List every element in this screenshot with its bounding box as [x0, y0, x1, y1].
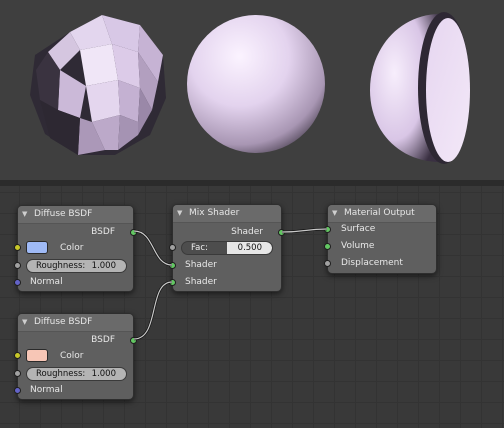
- roughness-label: Roughness:: [36, 261, 86, 271]
- roughness-value: 1.000: [91, 261, 116, 271]
- shader-input-label-2: Shader: [185, 277, 217, 287]
- roughness-field[interactable]: Roughness: 1.000: [26, 259, 127, 273]
- collapse-arrow-icon[interactable]: ▼: [177, 205, 182, 222]
- node-header[interactable]: ▼ Material Output: [328, 205, 436, 223]
- color-swatch[interactable]: [26, 349, 48, 362]
- node-title: Diffuse BSDF: [34, 209, 93, 219]
- normal-input-socket[interactable]: [14, 387, 21, 394]
- smooth-sphere: [187, 15, 325, 153]
- surface-label: Surface: [341, 224, 376, 234]
- bsdf-output-label: BSDF: [91, 227, 115, 237]
- bsdf-output-socket[interactable]: [130, 229, 137, 236]
- color-swatch[interactable]: [26, 241, 48, 254]
- normal-label: Normal: [30, 385, 63, 395]
- material-output-node[interactable]: ▼ Material Output Surface Volume Displac…: [324, 204, 437, 274]
- node-title: Diffuse BSDF: [34, 317, 93, 327]
- shader-input-socket-2[interactable]: [169, 279, 176, 286]
- surface-input-socket[interactable]: [324, 226, 331, 233]
- diffuse-bsdf-node-1[interactable]: ▼ Diffuse BSDF BSDF Color Roughness: 1.0…: [14, 205, 137, 292]
- roughness-field[interactable]: Roughness: 1.000: [26, 367, 127, 381]
- collapse-arrow-icon[interactable]: ▼: [332, 205, 337, 222]
- fac-label: Fac:: [191, 243, 208, 253]
- color-label: Color: [60, 351, 84, 361]
- diffuse-bsdf-node-2[interactable]: ▼ Diffuse BSDF BSDF Color Roughness: 1.0…: [14, 313, 137, 400]
- fac-slider[interactable]: Fac: 0.500: [181, 241, 273, 255]
- normal-label: Normal: [30, 277, 63, 287]
- node-title: Mix Shader: [189, 208, 240, 218]
- roughness-value: 1.000: [91, 369, 116, 379]
- roughness-label: Roughness:: [36, 369, 86, 379]
- shader-output-label: Shader: [231, 227, 263, 237]
- color-input-socket[interactable]: [14, 352, 21, 359]
- collapse-arrow-icon[interactable]: ▼: [22, 314, 27, 331]
- color-label: Color: [60, 243, 84, 253]
- normal-input-socket[interactable]: [14, 279, 21, 286]
- bsdf-output-label: BSDF: [91, 335, 115, 345]
- mix-shader-node[interactable]: ▼ Mix Shader Shader Fac: 0.500 Shader Sh…: [169, 204, 285, 292]
- shader-input-socket-1[interactable]: [169, 262, 176, 269]
- bsdf-output-socket[interactable]: [130, 337, 137, 344]
- collapse-arrow-icon[interactable]: ▼: [22, 206, 27, 223]
- node-editor[interactable]: ▼ Diffuse BSDF BSDF Color Roughness: 1.0…: [0, 186, 504, 428]
- displacement-label: Displacement: [341, 258, 403, 268]
- node-header[interactable]: ▼ Mix Shader: [173, 205, 281, 223]
- fac-value: 0.500: [237, 243, 262, 253]
- volume-input-socket[interactable]: [324, 243, 331, 250]
- hemisphere: [370, 12, 470, 164]
- node-header[interactable]: ▼ Diffuse BSDF: [18, 314, 133, 332]
- fac-input-socket[interactable]: [169, 244, 176, 251]
- color-input-socket[interactable]: [14, 244, 21, 251]
- node-header[interactable]: ▼ Diffuse BSDF: [18, 206, 133, 224]
- node-title: Material Output: [344, 208, 415, 218]
- render-preview: [0, 0, 504, 180]
- roughness-input-socket[interactable]: [14, 262, 21, 269]
- displacement-input-socket[interactable]: [324, 260, 331, 267]
- faceted-sphere: [30, 15, 166, 155]
- shader-output-socket[interactable]: [278, 229, 285, 236]
- shader-input-label-1: Shader: [185, 260, 217, 270]
- roughness-input-socket[interactable]: [14, 370, 21, 377]
- volume-label: Volume: [341, 241, 375, 251]
